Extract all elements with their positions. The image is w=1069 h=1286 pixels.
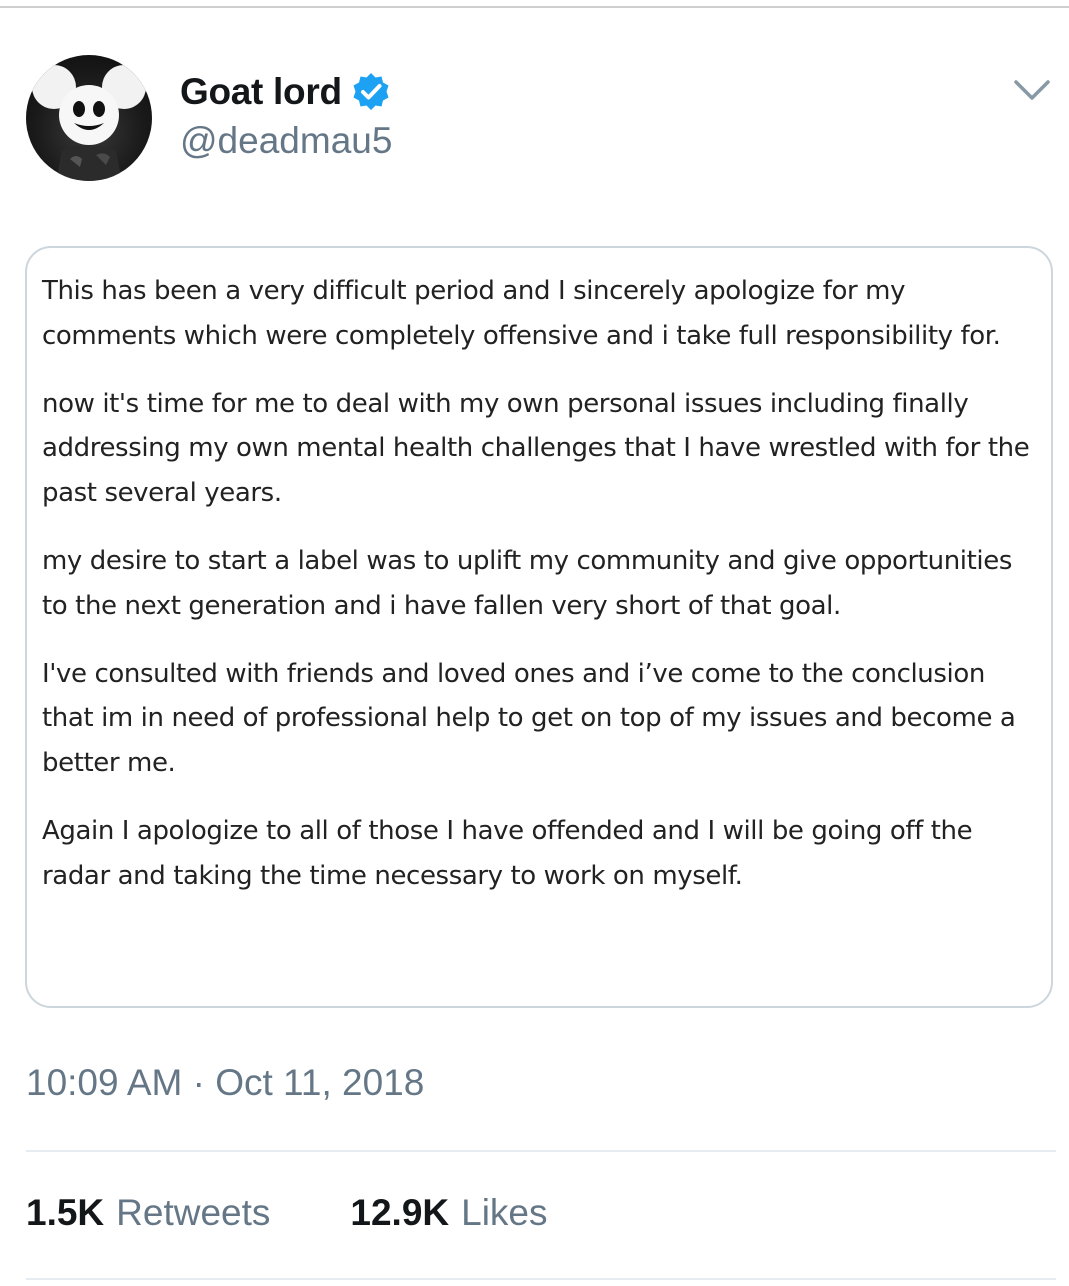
statement-paragraph-1: This has been a very difficult period an… (42, 276, 1001, 351)
retweets-label: Retweets (116, 1192, 271, 1233)
display-name[interactable]: Goat lord (180, 71, 342, 113)
likes-label: Likes (461, 1192, 548, 1233)
avatar[interactable] (26, 55, 152, 181)
likes-count: 12.9K (350, 1192, 450, 1233)
retweets-count: 1.5K (26, 1192, 105, 1233)
verified-badge-icon (350, 71, 392, 113)
attached-statement-image[interactable]: This has been a very difficult period an… (25, 246, 1053, 1008)
engagement-stats: 1.5K Retweets 12.9K Likes (26, 1190, 548, 1236)
stats-top-divider (26, 1150, 1056, 1152)
chevron-down-icon[interactable] (1012, 76, 1052, 106)
statement-paragraph-2: now it's time for me to deal with my own… (42, 388, 1030, 509)
top-divider (0, 6, 1069, 8)
author-name-row[interactable]: Goat lord (180, 70, 392, 114)
mouse-head-icon (32, 65, 146, 181)
stats-bottom-divider (26, 1278, 1056, 1280)
statement-paragraph-5: Again I apologize to all of those I have… (42, 815, 973, 891)
retweets-stat[interactable]: 1.5K Retweets (26, 1192, 270, 1234)
likes-stat[interactable]: 12.9K Likes (350, 1192, 547, 1234)
author-handle[interactable]: @deadmau5 (180, 120, 392, 162)
tweet-timestamp[interactable]: 10:09 AM · Oct 11, 2018 (26, 1062, 424, 1104)
statement-paragraph-4: I've consulted with friends and loved on… (42, 658, 1016, 779)
statement-paragraph-3: my desire to start a label was to uplift… (42, 545, 1012, 621)
